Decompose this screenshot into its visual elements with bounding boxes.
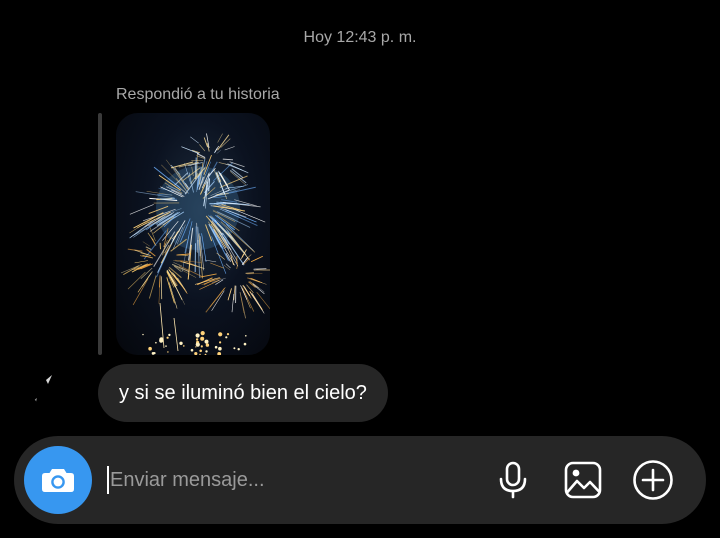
ground-light (205, 343, 210, 347)
firework-spark (148, 275, 157, 299)
firework-spark (209, 287, 226, 308)
firework-spark (204, 259, 217, 263)
firework-spark (199, 144, 206, 152)
microphone-button[interactable] (491, 458, 535, 502)
firework-spark (200, 273, 217, 278)
ground-light (165, 345, 167, 347)
firework-spark (203, 137, 208, 148)
firework-spark (181, 146, 199, 154)
firework-spark (152, 238, 157, 247)
firework-spark (256, 292, 270, 309)
firework-spark (177, 254, 188, 256)
avatar-image (34, 375, 52, 402)
firework-spark (132, 278, 149, 306)
ground-light (226, 333, 230, 336)
firework-spark (145, 246, 152, 250)
reply-quote-bar (98, 113, 102, 355)
ground-light (219, 341, 222, 344)
add-content-button[interactable] (631, 458, 675, 502)
gallery-button[interactable] (561, 458, 605, 502)
firework-spark (239, 292, 246, 319)
ground-light (195, 338, 199, 341)
text-caret (107, 466, 109, 494)
firework-spark (190, 136, 199, 144)
story-thumbnail[interactable] (116, 113, 270, 355)
ground-light (151, 352, 155, 355)
ground-light (195, 346, 197, 348)
ground-light (237, 348, 240, 351)
ground-light (194, 352, 198, 355)
ground-light (233, 347, 236, 350)
plus-circle-icon (633, 460, 673, 500)
ground-light (166, 336, 169, 339)
firework-spark (240, 296, 245, 314)
message-input-wrapper (107, 458, 487, 502)
firework-spark (140, 267, 153, 279)
ground-light (217, 352, 222, 355)
ground-light (243, 342, 247, 346)
ground-light (142, 333, 144, 336)
firework-spark (211, 290, 225, 311)
firework-spark (236, 255, 238, 264)
firework-spark (250, 255, 263, 263)
ground-light (190, 348, 194, 352)
firework-spark (147, 232, 154, 241)
firework-spark (216, 149, 221, 154)
firework-spark (231, 293, 235, 313)
message-input[interactable] (110, 468, 470, 492)
firework-spark (142, 241, 150, 247)
firework-spark (224, 146, 235, 151)
firework-spark (247, 273, 263, 275)
message-composer (14, 436, 706, 524)
ground-light (183, 345, 185, 347)
ground-light (200, 331, 205, 336)
firework-spark (227, 288, 232, 301)
ground-light (218, 346, 222, 351)
microphone-icon (499, 461, 527, 499)
message-timestamp: Hoy 12:43 p. m. (303, 29, 417, 46)
story-reply-label: Respondió a tu historia (116, 86, 280, 103)
firework-spark (233, 285, 236, 301)
message-bubble[interactable]: y si se iluminó bien el cielo? (98, 364, 388, 422)
ground-light (155, 341, 157, 344)
firework-spark (252, 283, 265, 295)
ground-light (245, 335, 247, 337)
firework-spark (216, 252, 225, 260)
firework-spark (217, 134, 230, 151)
firework-spark (230, 169, 247, 184)
ground-light (168, 333, 171, 337)
firework-spark (217, 133, 223, 143)
firework-spark (223, 264, 231, 270)
firework-spark (245, 272, 255, 274)
camera-button[interactable] (24, 446, 92, 514)
gallery-icon (564, 461, 602, 499)
ground-light (218, 332, 223, 337)
firework-spark (218, 233, 239, 267)
ground-light (199, 353, 201, 355)
message-text: y si se iluminó bien el cielo? (119, 381, 367, 404)
ground-light (204, 339, 209, 344)
ground-light (199, 349, 202, 353)
ground-light (195, 342, 200, 347)
ground-light (195, 333, 200, 338)
chat-screen: Hoy 12:43 p. m. Respondió a tu historia … (0, 0, 720, 538)
ground-light (204, 353, 207, 355)
camera-icon (42, 469, 74, 492)
ground-light (179, 341, 183, 345)
avatar[interactable] (32, 372, 68, 408)
ground-light (225, 336, 228, 339)
fireworks-image (120, 133, 270, 355)
ground-light (214, 345, 218, 349)
firework-spark (222, 158, 234, 161)
ground-light (200, 336, 205, 341)
ground-light (167, 351, 169, 353)
ground-light (205, 350, 208, 353)
ground-light (148, 346, 152, 351)
firework-spark (220, 233, 238, 262)
rocket-trail (173, 317, 179, 352)
firework-spark (134, 260, 148, 264)
firework-spark (249, 292, 265, 314)
firework-spark (127, 271, 146, 290)
ground-light (200, 345, 203, 348)
